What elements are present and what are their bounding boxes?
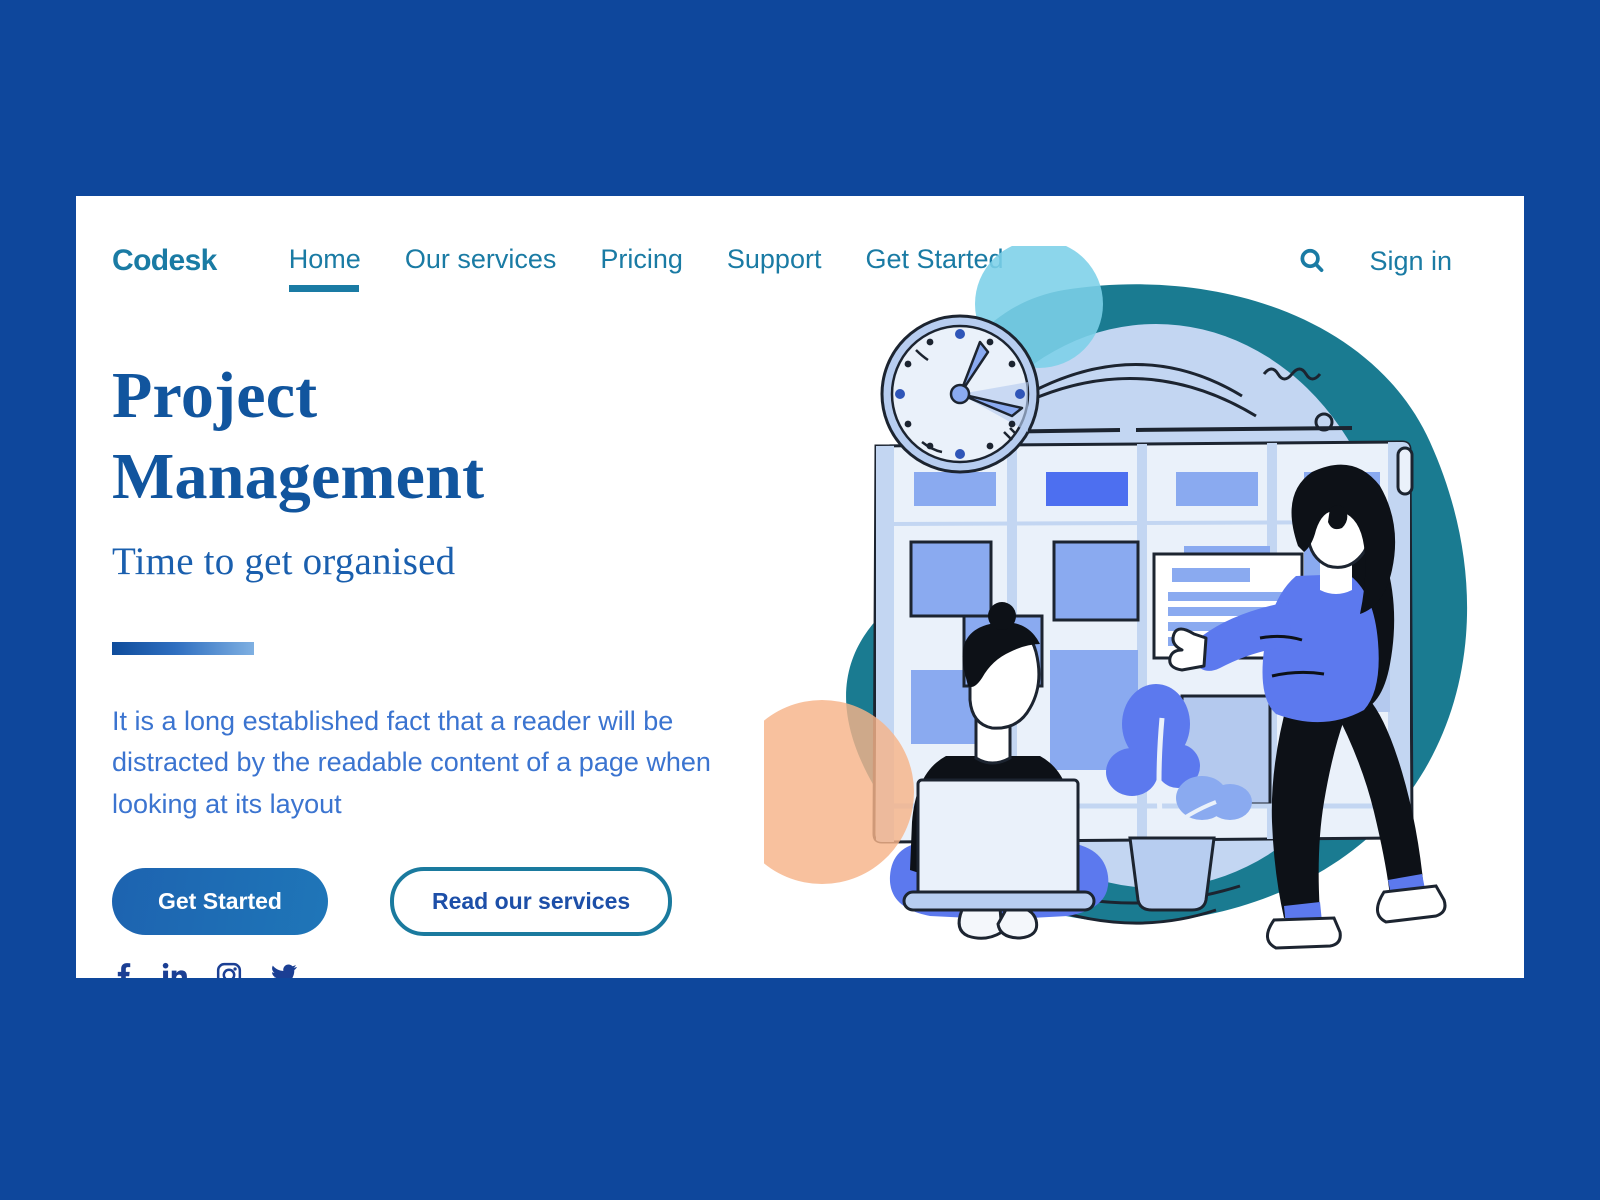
person-shoe <box>1376 884 1447 924</box>
clock-marker <box>986 338 994 346</box>
clock-marker <box>904 360 912 368</box>
social-links <box>112 962 812 978</box>
detail-card-line <box>1168 592 1286 601</box>
person-hair-bun <box>988 602 1016 630</box>
clock-marker <box>986 442 994 450</box>
column-header-chip-3 <box>1176 472 1258 506</box>
page-root: Codesk Home Our services Pricing Support… <box>0 0 1600 1200</box>
plant-pot <box>1128 836 1216 912</box>
clock-marker <box>895 389 905 399</box>
plant-leaf <box>1106 748 1158 796</box>
person-shoe <box>1266 916 1342 950</box>
clock-marker <box>926 338 934 346</box>
clock-center <box>949 383 971 405</box>
facebook-icon[interactable] <box>112 962 134 978</box>
brand-logo[interactable]: Codesk <box>112 244 217 278</box>
linkedin-icon[interactable] <box>162 962 188 978</box>
detail-card-title-bar <box>1172 568 1250 582</box>
clock-marker <box>955 329 965 339</box>
nav-item-home[interactable]: Home <box>288 244 361 292</box>
clock-marker <box>1015 389 1025 399</box>
headline-line-1: Project <box>112 359 318 432</box>
person-sweater <box>1262 574 1379 723</box>
clock-marker <box>1008 420 1016 428</box>
wall-clock <box>880 314 1040 474</box>
hero-card: Codesk Home Our services Pricing Support… <box>76 196 1524 978</box>
page-subtitle: Time to get organised <box>112 540 456 584</box>
person-shoe <box>957 906 1004 940</box>
get-started-button[interactable]: Get Started <box>112 867 328 935</box>
project-management-illustration <box>764 246 1492 958</box>
column-header-chip-2 <box>1046 472 1128 506</box>
nav-item-our-services[interactable]: Our services <box>405 244 557 279</box>
board-roller <box>1396 446 1414 496</box>
instagram-icon[interactable] <box>216 962 242 978</box>
twitter-icon[interactable] <box>270 962 298 978</box>
headline-line-2: Management <box>112 439 485 513</box>
laptop-screen <box>916 778 1080 896</box>
kanban-card <box>909 540 993 618</box>
clock-marker <box>1008 360 1016 368</box>
page-title: Project Management <box>112 356 812 517</box>
clock-marker <box>904 420 912 428</box>
read-our-services-button[interactable]: Read our services <box>389 866 673 936</box>
board-rail-mark-2 <box>1135 426 1353 432</box>
hero-body-text: It is a long established fact that a rea… <box>112 706 711 819</box>
hero-content: Project Management Time to get organised… <box>112 356 812 978</box>
hero-button-row: Get Started Read our services <box>112 866 812 936</box>
nav-item-pricing[interactable]: Pricing <box>600 244 683 279</box>
clock-marker <box>955 449 965 459</box>
column-header-chip-1 <box>914 472 996 506</box>
laptop-base <box>902 890 1096 912</box>
gradient-divider <box>112 642 254 656</box>
kanban-card <box>1052 540 1140 622</box>
